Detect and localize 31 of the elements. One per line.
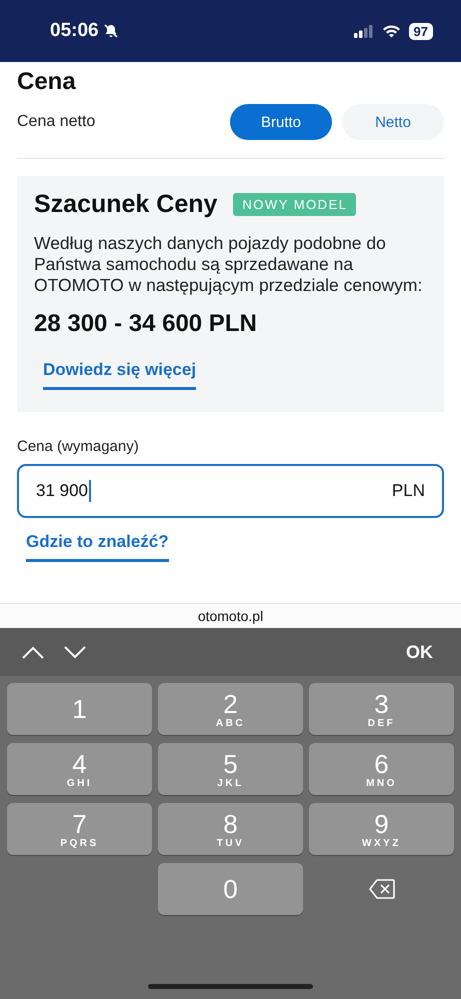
url-text: otomoto.pl	[198, 608, 264, 624]
done-button[interactable]: OK	[400, 640, 439, 664]
card-title: Szacunek Ceny	[34, 190, 218, 219]
chevron-down-icon	[64, 646, 86, 658]
learn-more-link[interactable]: Dowiedz się więcej	[43, 360, 196, 390]
keypad-key[interactable]: 4 GHI	[7, 743, 152, 795]
keypad-key[interactable]: 0	[158, 863, 303, 915]
keypad-key[interactable]: 9 WXYZ	[309, 803, 454, 855]
wifi-icon	[382, 24, 401, 38]
help-link[interactable]: Gdzie to znaleźć?	[26, 532, 169, 562]
toggle-label: Cena netto	[17, 113, 96, 131]
estimate-description: Według naszych danych pojazdy podobne do Państwa samochodu są sprzedawane na OTOMOTO w następującym przedziale cenowym:	[34, 233, 424, 296]
keypad-key[interactable]: 5 JKL	[158, 743, 303, 795]
signal-icon	[354, 24, 374, 38]
chevron-up-icon	[22, 646, 44, 658]
keypad-key[interactable]: 7 PQRS	[7, 803, 152, 855]
keypad-key[interactable]: 3 DEF	[309, 683, 454, 735]
keypad-key[interactable]: 2 ABC	[158, 683, 303, 735]
keypad-key[interactable]: 8 TUV	[158, 803, 303, 855]
field-label: Cena (wymagany)	[17, 438, 140, 455]
price-range: 28 300 - 34 600 PLN	[34, 310, 258, 338]
backspace-icon	[368, 879, 394, 899]
new-model-badge: NOWY MODEL	[233, 193, 356, 216]
price-type-option[interactable]: Netto	[342, 104, 444, 140]
status-time: 05:06	[50, 20, 99, 42]
price-type-option[interactable]: Brutto	[230, 104, 332, 140]
keypad-key[interactable]: 6 MNO	[309, 743, 454, 795]
price-field[interactable]: 31 900 PLN	[17, 464, 444, 518]
keypad-key[interactable]: 1	[7, 683, 152, 735]
battery-level: 97	[408, 22, 433, 40]
section-title: Cena	[17, 68, 77, 96]
